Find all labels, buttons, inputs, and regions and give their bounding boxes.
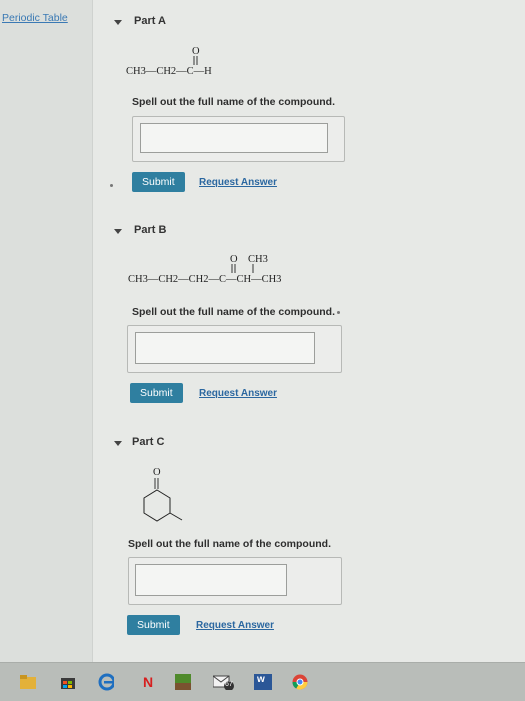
carbonyl-oxygen: O [153,467,161,478]
part-b-request-answer-link[interactable]: Request Answer [199,388,277,399]
formula-chain: CH3—CH2—CH2—C—CH—CH3 [128,274,281,285]
part-a-prompt: Spell out the full name of the compound. [132,96,335,108]
word-icon[interactable]: w [254,674,272,690]
main-content: Part A CH3—CH2—C—H O Spell out the full … [92,0,525,662]
file-explorer-icon[interactable] [20,674,36,690]
part-a-answer-area [132,116,345,162]
periodic-table-link[interactable]: Periodic Table [2,12,68,24]
part-a-request-answer-link[interactable]: Request Answer [199,177,277,188]
part-b-prompt: Spell out the full name of the compound. [132,306,335,318]
part-b-answer-input[interactable] [135,332,315,364]
carbonyl-oxygen: O [230,254,238,265]
taskbar: N 67 w [0,662,525,701]
part-a-submit-button[interactable]: Submit [132,172,185,192]
part-a-title: Part A [134,15,166,27]
part-c-submit-button[interactable]: Submit [127,615,180,635]
part-b-structure: CH3—CH2—CH2—C—CH—CH3 O CH3 [128,254,281,285]
mail-icon[interactable]: 67 [213,674,235,690]
word-label: w [257,674,265,685]
edge-icon[interactable] [98,673,114,691]
part-b-title: Part B [134,224,167,236]
part-c-answer-area [128,557,342,605]
collapse-caret-icon[interactable] [114,441,122,446]
store-icon[interactable] [60,674,76,690]
part-a-answer-input[interactable] [140,123,328,153]
part-c-prompt: Spell out the full name of the compound. [128,538,331,550]
part-c-structure: O [143,467,183,522]
formula-chain: CH3—CH2—C—H [126,66,212,77]
methyl-bond-line [169,512,183,521]
part-c-title: Part C [132,436,165,448]
cyclohexane-ring [143,489,171,522]
part-b-submit-button[interactable]: Submit [130,383,183,403]
carbonyl-oxygen: O [192,46,200,57]
part-c-request-answer-link[interactable]: Request Answer [196,620,274,631]
methyl-branch: CH3 [248,254,268,265]
minecraft-icon[interactable] [175,674,191,690]
part-a-structure: CH3—CH2—C—H O [126,46,212,77]
part-b-answer-area [127,325,342,373]
chrome-icon[interactable] [292,674,308,690]
part-c-answer-input[interactable] [135,564,287,596]
collapse-caret-icon[interactable] [114,20,122,25]
collapse-caret-icon[interactable] [114,229,122,234]
mail-badge: 67 [225,681,233,688]
sidebar: Periodic Table [0,0,93,662]
netflix-icon[interactable]: N [140,674,156,690]
